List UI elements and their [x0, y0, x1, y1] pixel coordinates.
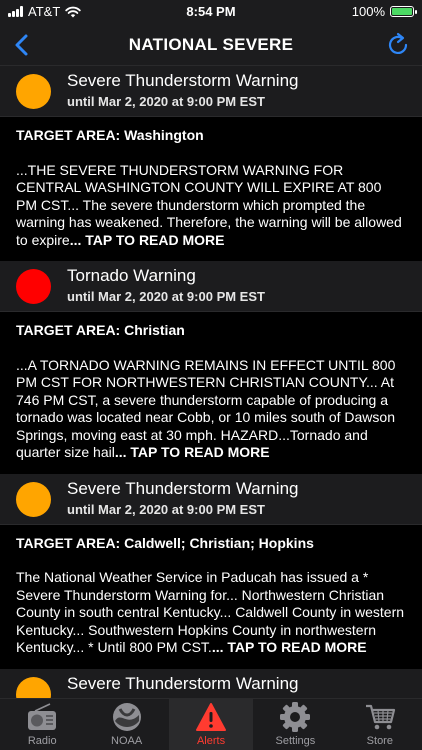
battery-percent: 100%: [351, 4, 385, 19]
alert-header[interactable]: Severe Thunderstorm Warning: [0, 668, 422, 698]
alert-expiration: until Mar 2, 2020 at 9:00 PM EST: [67, 501, 265, 517]
severity-dot-icon: [16, 269, 51, 304]
tab-noaa[interactable]: NOAA: [84, 699, 168, 750]
alert-description[interactable]: ...THE SEVERE THUNDERSTORM WARNING FOR C…: [16, 162, 406, 250]
tab-label: NOAA: [111, 735, 143, 747]
alert-item[interactable]: Severe Thunderstorm Warning until Mar 2,…: [0, 66, 422, 261]
alert-description[interactable]: ...A TORNADO WARNING REMAINS IN EFFECT U…: [16, 357, 406, 462]
target-area: TARGET AREA: Christian: [16, 322, 185, 338]
read-more-link[interactable]: ... TAP TO READ MORE: [70, 232, 225, 248]
warning-icon: [194, 701, 228, 733]
tab-label: Radio: [27, 735, 57, 747]
read-more-link[interactable]: ... TAP TO READ MORE: [115, 444, 270, 460]
refresh-icon[interactable]: [384, 31, 412, 59]
tab-settings[interactable]: Settings: [253, 699, 337, 750]
shopping-cart-icon: [363, 701, 397, 733]
radio-icon: [25, 701, 59, 733]
alert-item[interactable]: Tornado Warning until Mar 2, 2020 at 9:0…: [0, 261, 422, 474]
tab-radio[interactable]: Radio: [0, 699, 84, 750]
alerts-list[interactable]: Severe Thunderstorm Warning until Mar 2,…: [0, 66, 422, 698]
alert-description[interactable]: The National Weather Service in Paducah …: [16, 569, 406, 657]
alert-item[interactable]: Severe Thunderstorm Warning: [0, 668, 422, 698]
target-area: TARGET AREA: Washington: [16, 127, 204, 143]
alert-title: Tornado Warning: [67, 266, 196, 285]
navigation-bar: NATIONAL SEVERE: [0, 24, 422, 66]
page-title: NATIONAL SEVERE: [128, 35, 294, 54]
alert-body[interactable]: TARGET AREA: Christian ...A TORNADO WARN…: [0, 312, 422, 474]
alert-header[interactable]: Severe Thunderstorm Warning until Mar 2,…: [0, 66, 422, 117]
battery-level: [392, 8, 412, 15]
alert-title: Severe Thunderstorm Warning: [67, 71, 299, 90]
tab-label: Alerts: [196, 735, 226, 747]
read-more-link[interactable]: ... TAP TO READ MORE: [212, 639, 367, 655]
severity-dot-icon: [16, 481, 51, 517]
alert-title: Severe Thunderstorm Warning: [67, 478, 299, 498]
battery-icon: [390, 6, 417, 17]
severity-dot-icon: [16, 676, 51, 698]
status-right: 100%: [351, 4, 417, 19]
status-bar: AT&T 8:54 PM 100%: [0, 0, 422, 24]
alert-expiration: until Mar 2, 2020 at 9:00 PM EST: [67, 94, 265, 109]
tab-store[interactable]: Store: [338, 699, 422, 750]
alert-header[interactable]: Tornado Warning until Mar 2, 2020 at 9:0…: [0, 261, 422, 312]
tab-label: Settings: [275, 735, 316, 747]
alert-expiration: until Mar 2, 2020 at 9:00 PM EST: [67, 289, 265, 304]
alert-body[interactable]: TARGET AREA: Washington ...THE SEVERE TH…: [0, 117, 422, 261]
noaa-logo-icon: [110, 701, 144, 733]
gear-icon: [278, 701, 312, 733]
tab-alerts[interactable]: Alerts: [168, 699, 254, 750]
target-area: TARGET AREA: Caldwell; Christian; Hopkin…: [16, 534, 314, 551]
tab-bar: Radio NOAA Alerts Settings Store: [0, 698, 422, 750]
alert-title: Severe Thunderstorm Warning: [67, 673, 299, 693]
alert-item[interactable]: Severe Thunderstorm Warning until Mar 2,…: [0, 473, 422, 669]
alert-header[interactable]: Severe Thunderstorm Warning until Mar 2,…: [0, 473, 422, 525]
severity-dot-icon: [16, 74, 51, 109]
alert-body[interactable]: TARGET AREA: Caldwell; Christian; Hopkin…: [0, 524, 422, 669]
tab-label: Store: [366, 735, 393, 747]
